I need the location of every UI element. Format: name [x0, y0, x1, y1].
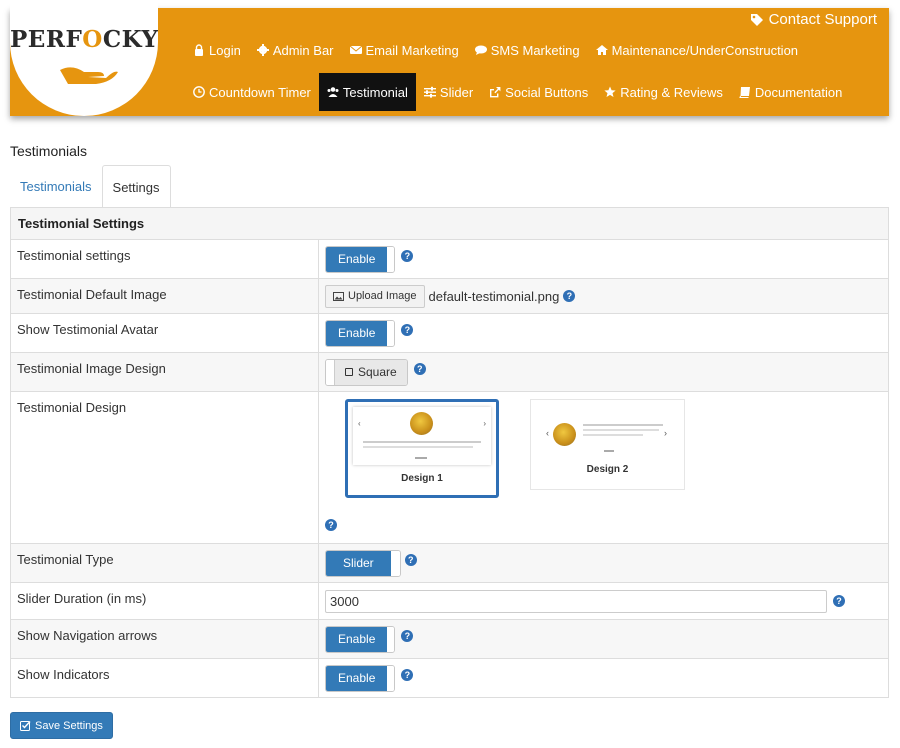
logo-text: PERFOCKY: [10, 26, 158, 53]
nav-slider[interactable]: Slider: [416, 73, 481, 111]
lock-icon: [195, 44, 203, 56]
show-avatar-toggle[interactable]: Enable: [325, 319, 396, 347]
help-icon[interactable]: ?: [401, 324, 414, 336]
row-label: Testimonial Type: [11, 544, 319, 582]
table-row: Show Indicators Enable ?: [11, 658, 888, 697]
design-1-preview: ‹ ›: [353, 407, 491, 465]
table-row: Testimonial Default Image Upload Image d…: [11, 278, 888, 313]
preview-text-lines: [363, 441, 481, 443]
help-icon[interactable]: ?: [833, 595, 845, 607]
nav-email-marketing[interactable]: Email Marketing: [342, 38, 467, 62]
default-image-filename: default-testimonial.png: [428, 288, 560, 304]
envelope-icon: [349, 45, 362, 54]
preview-text-lines: [583, 424, 663, 426]
image-design-toggle[interactable]: Square: [325, 358, 408, 386]
nav-sms-marketing[interactable]: SMS Marketing: [467, 38, 588, 62]
tab-testimonials[interactable]: Testimonials: [10, 165, 102, 208]
table-row: Testimonial Type Slider ?: [11, 543, 888, 582]
tab-bar: Testimonials Settings: [10, 165, 889, 208]
help-icon[interactable]: ?: [413, 363, 426, 375]
checkbox-icon: [20, 721, 31, 731]
table-row: Show Testimonial Avatar Enable ?: [11, 313, 888, 352]
chevron-right-icon: ›: [664, 428, 667, 438]
table-row: Slider Duration (in ms) ?: [11, 582, 888, 619]
table-row: Testimonial settings Enable ?: [11, 239, 888, 278]
row-label: Show Indicators: [11, 659, 319, 697]
share-icon: [490, 87, 501, 98]
design-1-label: Design 1: [401, 473, 443, 484]
sliders-icon: [423, 86, 436, 98]
table-row: Testimonial Image Design Square ?: [11, 352, 888, 391]
row-label: Show Navigation arrows: [11, 620, 319, 658]
page-title: Testimonials: [10, 143, 88, 159]
star-icon: [604, 86, 616, 97]
chevron-left-icon: ‹: [546, 428, 549, 438]
help-icon[interactable]: ?: [401, 630, 414, 642]
image-icon: [333, 291, 344, 301]
nav-testimonial[interactable]: Testimonial: [318, 73, 416, 111]
testimonial-type-toggle[interactable]: Slider: [325, 549, 401, 577]
nav-admin-bar[interactable]: Admin Bar: [249, 38, 342, 62]
row-label: Show Testimonial Avatar: [11, 314, 319, 352]
help-icon[interactable]: ?: [401, 669, 414, 681]
indicators-toggle[interactable]: Enable: [325, 664, 396, 692]
chevron-right-icon: ›: [483, 419, 486, 428]
logo[interactable]: PERFOCKY: [10, 0, 158, 116]
top-header: PERFOCKY Contact Support Login Admin Bar…: [10, 0, 889, 116]
tab-settings[interactable]: Settings: [101, 165, 171, 208]
testimonial-settings-toggle[interactable]: Enable: [325, 245, 396, 273]
nav-maintenance[interactable]: Maintenance/UnderConstruction: [588, 38, 806, 62]
slider-duration-input[interactable]: [325, 589, 827, 613]
nav-row-primary: Login Admin Bar Email Marketing SMS Mark…: [185, 38, 806, 62]
section-heading: Testimonial Settings: [11, 208, 888, 239]
row-label: Testimonial Default Image: [11, 279, 319, 313]
help-icon[interactable]: ?: [325, 519, 337, 531]
nav-row-secondary: Countdown Timer Testimonial Slider Socia…: [185, 73, 850, 111]
chevron-left-icon: ‹: [358, 419, 361, 428]
row-label: Testimonial settings: [11, 240, 319, 278]
table-row: Testimonial Design ‹ › Design 1 ‹ › Desi…: [11, 391, 888, 543]
row-label: Testimonial Image Design: [11, 353, 319, 391]
nav-arrows-toggle[interactable]: Enable: [325, 625, 396, 653]
design-2-option[interactable]: ‹ › Design 2: [530, 399, 685, 490]
clock-icon: [193, 86, 205, 98]
users-icon: [327, 87, 339, 97]
row-label: Testimonial Design: [11, 392, 319, 543]
gear-icon: [256, 44, 269, 56]
tag-icon: [750, 13, 763, 26]
upload-image-button[interactable]: Upload Image: [325, 284, 425, 308]
nav-countdown-timer[interactable]: Countdown Timer: [185, 73, 319, 111]
settings-table: Testimonial Settings Testimonial setting…: [10, 207, 889, 698]
hand-icon: [60, 67, 118, 84]
table-row: Show Navigation arrows Enable ?: [11, 619, 888, 658]
book-icon: [739, 87, 750, 98]
nav-social-buttons[interactable]: Social Buttons: [481, 73, 596, 111]
help-icon[interactable]: ?: [563, 290, 576, 302]
nav-rating-reviews[interactable]: Rating & Reviews: [596, 73, 731, 111]
square-icon: [345, 368, 353, 376]
design-2-label: Design 2: [586, 464, 629, 475]
help-icon[interactable]: ?: [401, 250, 414, 262]
preview-avatar: [553, 423, 576, 446]
row-label: Slider Duration (in ms): [11, 583, 319, 619]
design-1-option[interactable]: ‹ › Design 1: [345, 399, 499, 498]
contact-support-link[interactable]: Contact Support: [750, 11, 877, 28]
nav-login[interactable]: Login: [185, 38, 249, 62]
preview-avatar: [410, 412, 433, 435]
home-icon: [595, 45, 608, 55]
help-icon[interactable]: ?: [404, 554, 417, 566]
nav-documentation[interactable]: Documentation: [731, 73, 850, 111]
save-settings-button[interactable]: Save Settings: [10, 712, 113, 739]
chat-icon: [474, 45, 487, 55]
